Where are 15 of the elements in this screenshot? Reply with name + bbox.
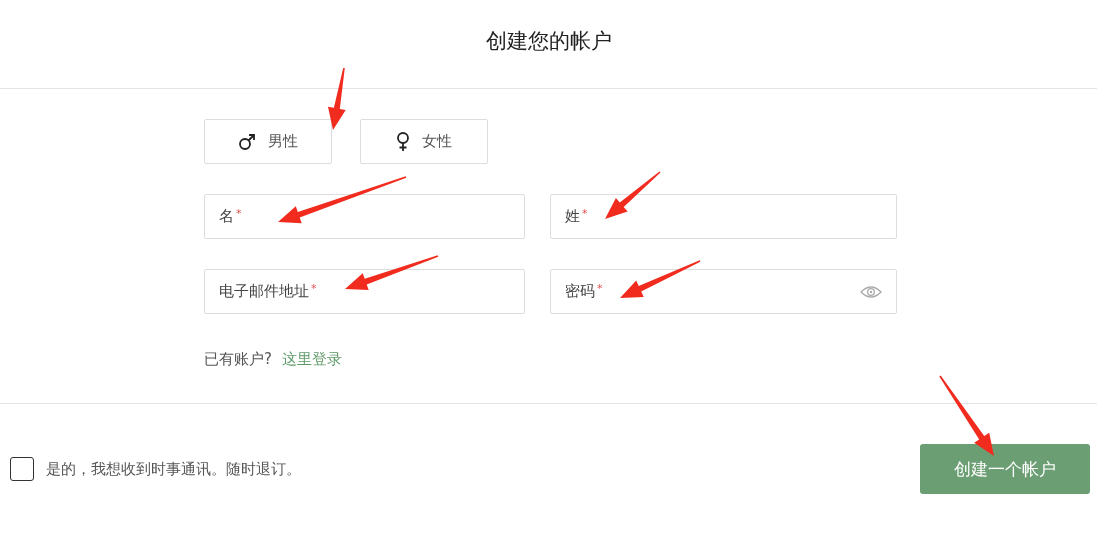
login-link[interactable]: 这里登录	[281, 350, 342, 369]
gender-option[interactable]: 男性	[204, 119, 332, 164]
input-field[interactable]: 名*	[204, 194, 525, 239]
newsletter-checkbox[interactable]	[10, 457, 34, 481]
input-field[interactable]: 姓*	[550, 194, 897, 239]
annotation-arrow	[605, 171, 661, 219]
password-field[interactable]: 密码*	[550, 269, 897, 314]
page-title: 创建您的帐户	[485, 28, 612, 55]
female-symbol-icon	[396, 131, 410, 152]
input-field[interactable]: 电子邮件地址*	[204, 269, 525, 314]
newsletter-label: 是的，我想收到时事通讯。随时退订。	[46, 459, 301, 479]
male-symbol-icon	[238, 132, 256, 151]
gender-option[interactable]: 女性	[360, 119, 488, 164]
login-prompt: 已有账户?	[204, 350, 272, 369]
annotation-arrow	[328, 67, 346, 130]
